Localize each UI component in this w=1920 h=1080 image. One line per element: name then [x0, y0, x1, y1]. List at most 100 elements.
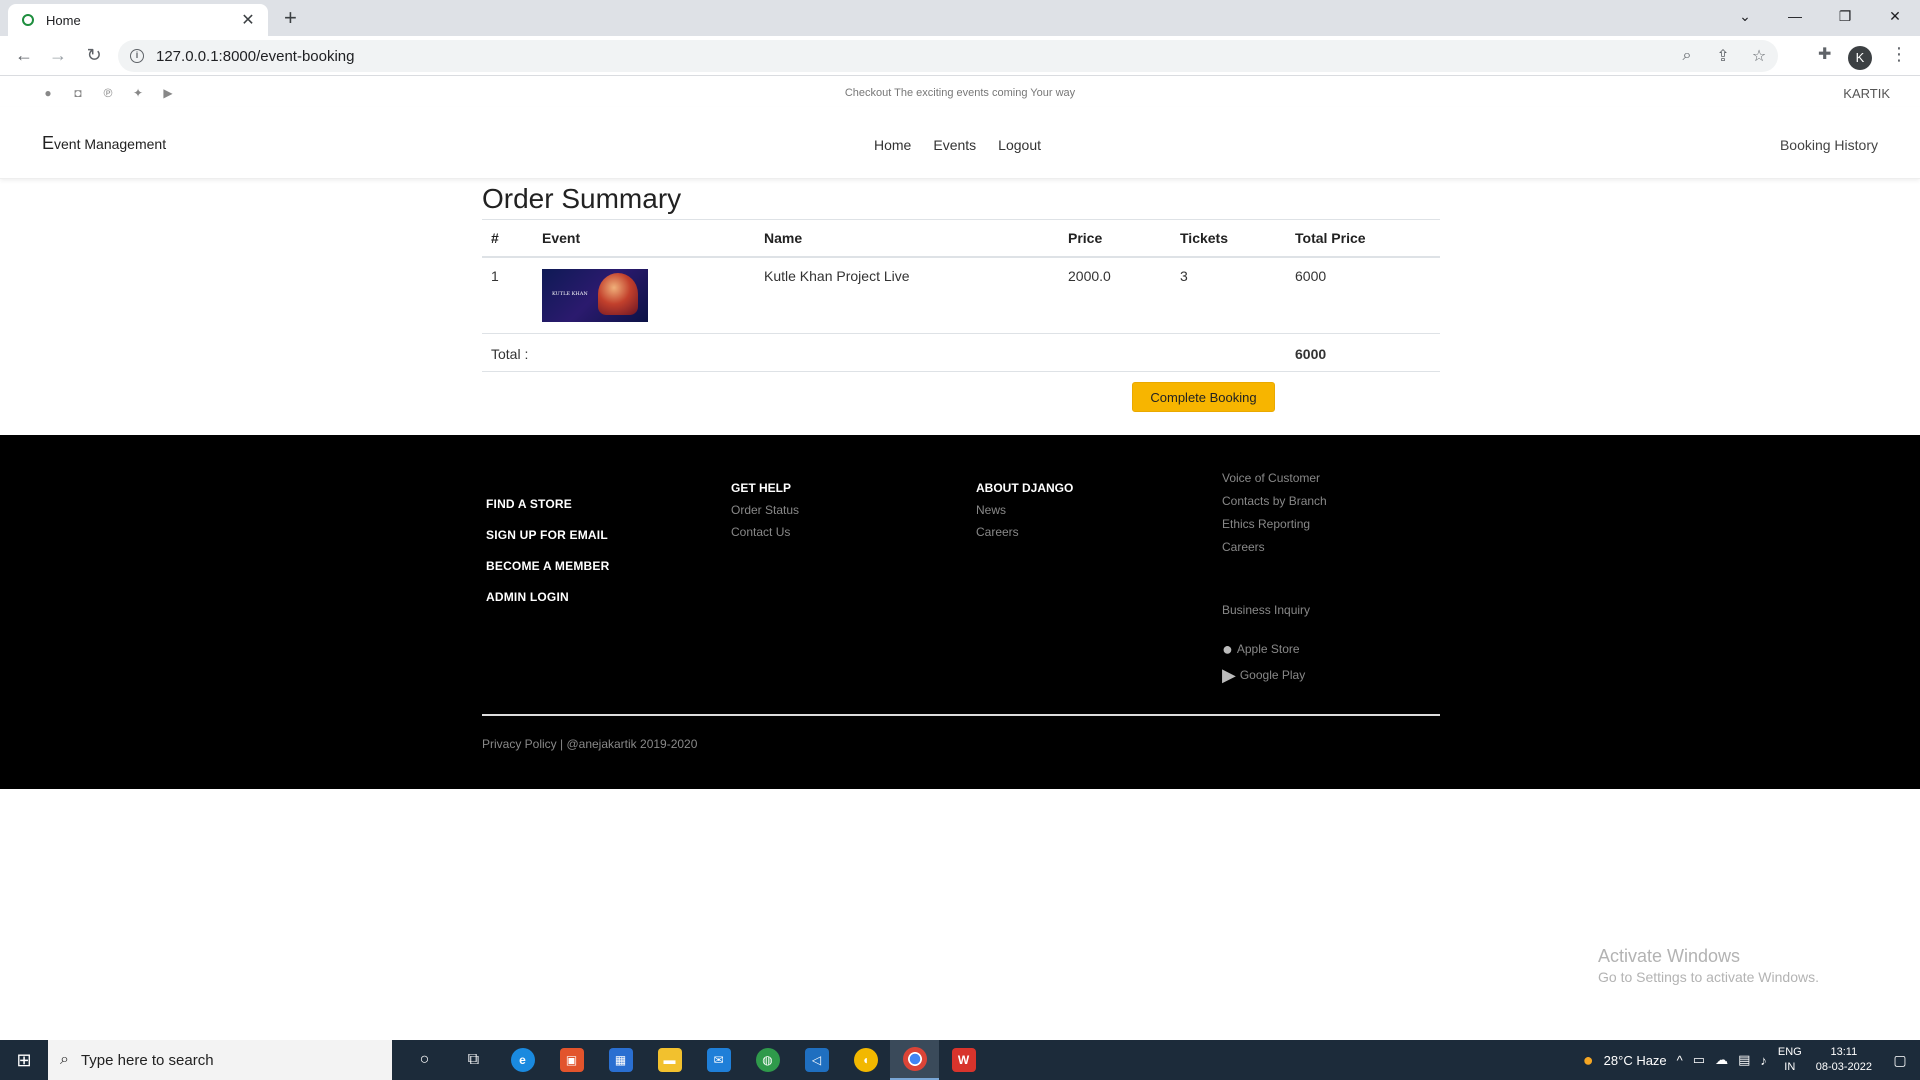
contacts-by-branch-link[interactable]: Contacts by Branch [1222, 494, 1327, 508]
event-cell: KUTLE KHAN [533, 257, 755, 334]
tray-app-icon[interactable]: ▭ [1693, 1052, 1705, 1068]
network-app-icon[interactable]: ◍ [743, 1040, 792, 1080]
contact-us-link[interactable]: Contact Us [731, 525, 799, 539]
watermark-title: Activate Windows [1598, 946, 1741, 966]
browser-menu-icon[interactable]: ⋮ [1890, 44, 1908, 65]
tab-search-icon[interactable]: ⌄ [1720, 0, 1770, 32]
wps-icon[interactable]: W [939, 1040, 988, 1080]
find-store-link[interactable]: FIND A STORE [486, 497, 609, 511]
search-placeholder: Type here to search [80, 1051, 214, 1069]
tab-close-icon[interactable]: ✕ [238, 10, 258, 30]
cortana-icon[interactable]: ○ [400, 1040, 449, 1080]
column-header: Event [533, 219, 755, 258]
ticket-count: 3 [1171, 257, 1286, 334]
page-title: Order Summary [482, 183, 682, 214]
url-text: 127.0.0.1:8000/event-booking [156, 47, 355, 65]
nav-home-link[interactable]: Home [874, 137, 911, 153]
event-poster-image: KUTLE KHAN [542, 269, 648, 322]
apple-icon: ● [1222, 639, 1233, 659]
order-table: # Event Name Price Tickets Total Price 1… [482, 219, 1440, 372]
notifications-icon[interactable]: ▢ [1880, 1052, 1920, 1069]
store-icon[interactable]: ▦ [596, 1040, 645, 1080]
complete-booking-button[interactable]: Complete Booking [1132, 382, 1275, 412]
brand-initial: E [42, 133, 55, 153]
bookmark-star-icon[interactable]: ☆ [1748, 46, 1770, 66]
volume-icon[interactable]: ♪ [1760, 1053, 1767, 1068]
profile-avatar[interactable]: K [1848, 46, 1872, 70]
voice-of-customer-link[interactable]: Voice of Customer [1222, 471, 1327, 485]
nav-links: Home Events Logout [874, 137, 1041, 153]
cloud-icon[interactable]: ☁ [1715, 1052, 1728, 1068]
share-icon[interactable]: ⇪ [1712, 46, 1734, 66]
tab-title: Home [46, 12, 81, 28]
event-price: 2000.0 [1059, 257, 1171, 334]
sticky-app-icon[interactable]: ◖ [841, 1040, 890, 1080]
column-header: Tickets [1171, 219, 1286, 258]
ethics-reporting-link[interactable]: Ethics Reporting [1222, 517, 1327, 531]
footer-primary-links: FIND A STORE SIGN UP FOR EMAIL BECOME A … [486, 497, 609, 621]
close-window-button[interactable]: ✕ [1870, 0, 1920, 32]
start-button[interactable]: ⊞ [0, 1040, 48, 1080]
admin-login-link[interactable]: ADMIN LOGIN [486, 590, 609, 604]
user-name[interactable]: KARTIK [1843, 86, 1890, 101]
app-icon[interactable]: ▣ [547, 1040, 596, 1080]
activate-windows-watermark: Activate Windows Go to Settings to activ… [1598, 946, 1819, 985]
weather-text[interactable]: 28°C Haze [1604, 1053, 1667, 1068]
careers-link[interactable]: Careers [1222, 540, 1327, 554]
vscode-icon[interactable]: ◁ [792, 1040, 841, 1080]
nav-logout-link[interactable]: Logout [998, 137, 1041, 153]
extensions-puzzle-icon[interactable]: ✚ [1818, 44, 1831, 64]
network-icon[interactable]: ▤ [1738, 1052, 1750, 1068]
brand-logo[interactable]: Event Management [42, 133, 166, 154]
back-arrow-icon[interactable]: ← [12, 44, 36, 66]
order-status-link[interactable]: Order Status [731, 503, 799, 517]
restore-button[interactable]: ❐ [1820, 0, 1870, 32]
region-code: IN [1784, 1061, 1796, 1073]
google-play-link[interactable]: ▶ Google Play [1222, 666, 1327, 684]
careers-link[interactable]: Careers [976, 525, 1073, 539]
apple-store-label: Apple Store [1236, 642, 1300, 656]
column-header: Name [755, 219, 1059, 258]
nav-events-link[interactable]: Events [933, 137, 976, 153]
site-navbar: Event Management Home Events Logout Book… [0, 107, 1920, 179]
browser-tab[interactable]: Home ✕ [8, 4, 268, 36]
sign-up-email-link[interactable]: SIGN UP FOR EMAIL [486, 528, 609, 542]
language-code: ENG [1777, 1046, 1802, 1058]
file-explorer-icon[interactable]: ▬ [645, 1040, 694, 1080]
footer-divider [482, 714, 1440, 716]
system-tray: ● 28°C Haze ^ ▭ ☁ ▤ ♪ ENG IN 13:11 08-03… [1578, 1040, 1920, 1080]
taskbar-apps: ○ ⧉ e ▣ ▦ ▬ ✉ ◍ ◁ ◖ W [400, 1040, 988, 1080]
new-tab-button[interactable]: + [284, 6, 297, 30]
footer-copyright[interactable]: Privacy Policy | @anejakartik 2019-2020 [482, 737, 697, 751]
forward-arrow-icon[interactable]: → [46, 44, 70, 66]
news-link[interactable]: News [976, 503, 1073, 517]
taskbar-search[interactable]: ⌕ Type here to search [48, 1040, 392, 1080]
zoom-icon[interactable]: ⌕ [1676, 47, 1698, 65]
reload-icon[interactable]: ↻ [82, 44, 106, 66]
task-view-icon[interactable]: ⧉ [449, 1040, 498, 1080]
clock[interactable]: 13:11 08-03-2022 [1816, 1045, 1872, 1075]
footer-heading: GET HELP [731, 481, 792, 495]
order-summary: Order Summary # Event Name Price Tickets… [482, 183, 1440, 372]
top-strip: ● ◘ ℗ ✦ ▶ Checkout The exciting events c… [0, 77, 1920, 107]
browser-tab-bar: Home ✕ + ⌄ — ❐ ✕ [0, 0, 1920, 36]
site-info-icon[interactable]: i [130, 49, 144, 63]
site-footer: FIND A STORE SIGN UP FOR EMAIL BECOME A … [0, 435, 1920, 789]
chrome-icon[interactable] [890, 1040, 939, 1080]
minimize-button[interactable]: — [1770, 0, 1820, 32]
clock-time: 13:11 [1830, 1046, 1858, 1058]
mail-icon[interactable]: ✉ [694, 1040, 743, 1080]
apple-store-link[interactable]: ● Apple Store [1222, 640, 1327, 658]
table-row: 1 KUTLE KHAN Kutle Khan Project Live 200… [482, 257, 1440, 334]
become-member-link[interactable]: BECOME A MEMBER [486, 559, 609, 573]
edge-icon[interactable]: e [498, 1040, 547, 1080]
brand-text: vent Management [54, 136, 167, 152]
poster-title: KUTLE KHAN [552, 291, 588, 297]
weather-icon[interactable]: ● [1583, 1050, 1594, 1071]
business-inquiry-link[interactable]: Business Inquiry [1222, 603, 1327, 617]
chevron-up-icon[interactable]: ^ [1677, 1053, 1683, 1068]
booking-history-link[interactable]: Booking History [1780, 137, 1878, 153]
grand-total: 6000 [1286, 333, 1440, 372]
language-indicator[interactable]: ENG IN [1778, 1045, 1802, 1075]
url-input[interactable]: i 127.0.0.1:8000/event-booking ⌕ ⇪ ☆ [118, 40, 1778, 72]
